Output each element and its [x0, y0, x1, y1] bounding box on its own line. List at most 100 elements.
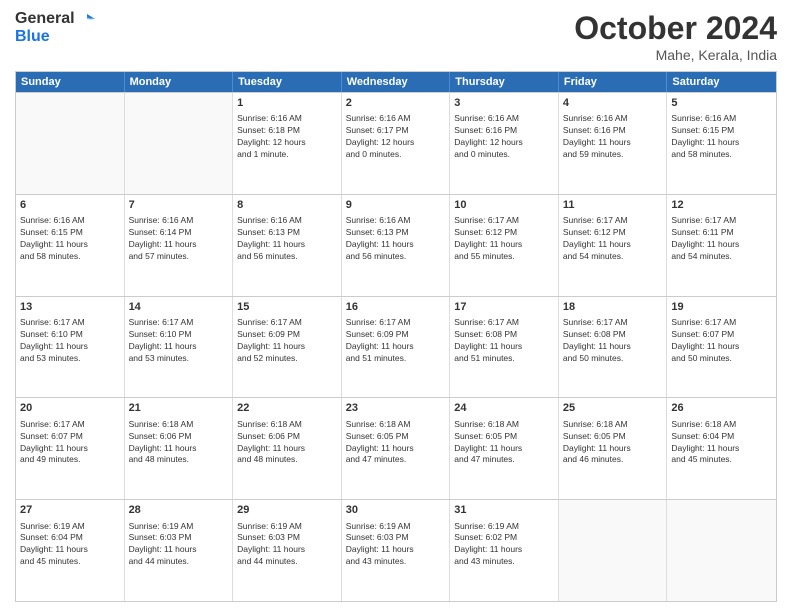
sunset-text: Sunset: 6:14 PM [129, 227, 229, 239]
table-row: 10Sunrise: 6:17 AMSunset: 6:12 PMDayligh… [450, 195, 559, 296]
table-row: 21Sunrise: 6:18 AMSunset: 6:06 PMDayligh… [125, 398, 234, 499]
table-row [667, 500, 776, 601]
sunrise-text: Sunrise: 6:16 AM [346, 113, 446, 125]
daylight-text: Daylight: 11 hours [20, 544, 120, 556]
daylight-text: and 53 minutes. [20, 353, 120, 365]
daylight-text: Daylight: 11 hours [129, 239, 229, 251]
logo-bird-icon [77, 10, 95, 28]
daylight-text: and 57 minutes. [129, 251, 229, 263]
header-saturday: Saturday [667, 72, 776, 92]
day-number: 12 [671, 198, 772, 213]
week-3: 13Sunrise: 6:17 AMSunset: 6:10 PMDayligh… [16, 296, 776, 398]
day-number: 26 [671, 401, 772, 416]
logo: General Blue [15, 10, 95, 46]
sunrise-text: Sunrise: 6:16 AM [237, 215, 337, 227]
day-number: 8 [237, 198, 337, 213]
day-number: 6 [20, 198, 120, 213]
header-friday: Friday [559, 72, 668, 92]
sunset-text: Sunset: 6:12 PM [454, 227, 554, 239]
sunset-text: Sunset: 6:10 PM [129, 329, 229, 341]
table-row: 28Sunrise: 6:19 AMSunset: 6:03 PMDayligh… [125, 500, 234, 601]
daylight-text: Daylight: 11 hours [20, 341, 120, 353]
daylight-text: and 48 minutes. [237, 454, 337, 466]
table-row: 24Sunrise: 6:18 AMSunset: 6:05 PMDayligh… [450, 398, 559, 499]
daylight-text: Daylight: 11 hours [237, 544, 337, 556]
daylight-text: and 46 minutes. [563, 454, 663, 466]
sunset-text: Sunset: 6:15 PM [671, 125, 772, 137]
table-row: 18Sunrise: 6:17 AMSunset: 6:08 PMDayligh… [559, 297, 668, 398]
daylight-text: Daylight: 11 hours [671, 239, 772, 251]
day-number: 15 [237, 300, 337, 315]
sunset-text: Sunset: 6:07 PM [671, 329, 772, 341]
sunset-text: Sunset: 6:10 PM [20, 329, 120, 341]
day-number: 9 [346, 198, 446, 213]
sunset-text: Sunset: 6:13 PM [346, 227, 446, 239]
sunrise-text: Sunrise: 6:19 AM [454, 521, 554, 533]
sunrise-text: Sunrise: 6:16 AM [671, 113, 772, 125]
table-row [16, 93, 125, 194]
day-number: 28 [129, 503, 229, 518]
sunset-text: Sunset: 6:12 PM [563, 227, 663, 239]
day-number: 24 [454, 401, 554, 416]
sunrise-text: Sunrise: 6:18 AM [346, 419, 446, 431]
daylight-text: Daylight: 12 hours [237, 137, 337, 149]
table-row: 12Sunrise: 6:17 AMSunset: 6:11 PMDayligh… [667, 195, 776, 296]
table-row: 31Sunrise: 6:19 AMSunset: 6:02 PMDayligh… [450, 500, 559, 601]
sunrise-text: Sunrise: 6:16 AM [129, 215, 229, 227]
table-row [125, 93, 234, 194]
table-row: 23Sunrise: 6:18 AMSunset: 6:05 PMDayligh… [342, 398, 451, 499]
sunset-text: Sunset: 6:05 PM [346, 431, 446, 443]
month-title: October 2024 [574, 10, 777, 47]
day-number: 30 [346, 503, 446, 518]
sunset-text: Sunset: 6:08 PM [454, 329, 554, 341]
sunrise-text: Sunrise: 6:18 AM [237, 419, 337, 431]
sunset-text: Sunset: 6:06 PM [237, 431, 337, 443]
table-row: 19Sunrise: 6:17 AMSunset: 6:07 PMDayligh… [667, 297, 776, 398]
logo-general: General [15, 10, 75, 28]
daylight-text: Daylight: 11 hours [671, 137, 772, 149]
table-row: 11Sunrise: 6:17 AMSunset: 6:12 PMDayligh… [559, 195, 668, 296]
table-row: 25Sunrise: 6:18 AMSunset: 6:05 PMDayligh… [559, 398, 668, 499]
daylight-text: and 43 minutes. [346, 556, 446, 568]
daylight-text: and 51 minutes. [346, 353, 446, 365]
sunset-text: Sunset: 6:13 PM [237, 227, 337, 239]
sunset-text: Sunset: 6:04 PM [671, 431, 772, 443]
week-1: 1Sunrise: 6:16 AMSunset: 6:18 PMDaylight… [16, 92, 776, 194]
day-number: 13 [20, 300, 120, 315]
day-number: 16 [346, 300, 446, 315]
table-row: 7Sunrise: 6:16 AMSunset: 6:14 PMDaylight… [125, 195, 234, 296]
daylight-text: Daylight: 11 hours [20, 239, 120, 251]
sunrise-text: Sunrise: 6:16 AM [20, 215, 120, 227]
table-row: 13Sunrise: 6:17 AMSunset: 6:10 PMDayligh… [16, 297, 125, 398]
day-number: 5 [671, 96, 772, 111]
day-number: 18 [563, 300, 663, 315]
table-row: 3Sunrise: 6:16 AMSunset: 6:16 PMDaylight… [450, 93, 559, 194]
sunrise-text: Sunrise: 6:19 AM [129, 521, 229, 533]
table-row: 27Sunrise: 6:19 AMSunset: 6:04 PMDayligh… [16, 500, 125, 601]
sunrise-text: Sunrise: 6:17 AM [346, 317, 446, 329]
sunset-text: Sunset: 6:03 PM [129, 532, 229, 544]
sunset-text: Sunset: 6:05 PM [563, 431, 663, 443]
daylight-text: Daylight: 11 hours [237, 239, 337, 251]
daylight-text: Daylight: 11 hours [346, 239, 446, 251]
sunrise-text: Sunrise: 6:17 AM [454, 317, 554, 329]
sunrise-text: Sunrise: 6:17 AM [129, 317, 229, 329]
sunset-text: Sunset: 6:03 PM [346, 532, 446, 544]
day-number: 20 [20, 401, 120, 416]
daylight-text: and 56 minutes. [237, 251, 337, 263]
sunrise-text: Sunrise: 6:17 AM [563, 215, 663, 227]
daylight-text: and 54 minutes. [671, 251, 772, 263]
daylight-text: and 49 minutes. [20, 454, 120, 466]
sunset-text: Sunset: 6:16 PM [563, 125, 663, 137]
title-block: October 2024 Mahe, Kerala, India [574, 10, 777, 63]
daylight-text: and 51 minutes. [454, 353, 554, 365]
day-number: 23 [346, 401, 446, 416]
table-row: 29Sunrise: 6:19 AMSunset: 6:03 PMDayligh… [233, 500, 342, 601]
table-row: 14Sunrise: 6:17 AMSunset: 6:10 PMDayligh… [125, 297, 234, 398]
subtitle: Mahe, Kerala, India [574, 47, 777, 63]
daylight-text: and 50 minutes. [671, 353, 772, 365]
daylight-text: and 0 minutes. [454, 149, 554, 161]
day-number: 3 [454, 96, 554, 111]
header-monday: Monday [125, 72, 234, 92]
sunset-text: Sunset: 6:05 PM [454, 431, 554, 443]
